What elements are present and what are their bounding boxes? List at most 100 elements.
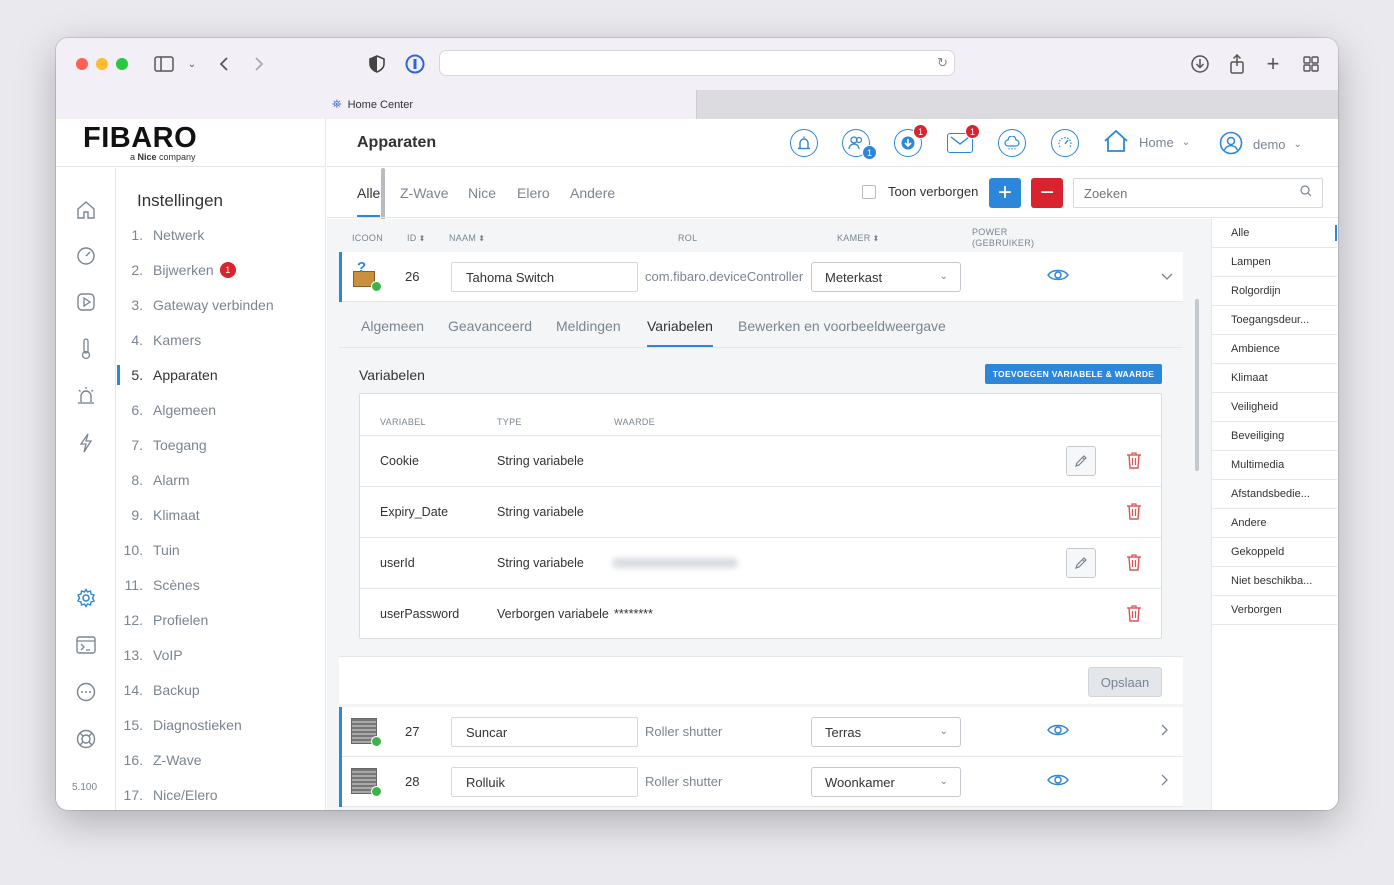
device-name-input[interactable]: Tahoma Switch <box>451 262 638 292</box>
room-select[interactable]: Woonkamer ⌄ <box>811 767 961 797</box>
scenes-play-icon[interactable] <box>74 290 98 314</box>
password-manager-icon[interactable] <box>403 52 427 76</box>
filter-andere[interactable]: Andere <box>1212 509 1337 538</box>
settings-item-tuin[interactable]: 10. Tuin <box>117 539 322 561</box>
add-device-button[interactable]: + <box>989 178 1021 208</box>
filter-klimaat[interactable]: Klimaat <box>1212 364 1337 393</box>
edit-variable-button[interactable] <box>1066 548 1096 578</box>
expand-chevron-icon[interactable] <box>1161 723 1169 739</box>
settings-item-bijwerken[interactable]: 2. Bijwerken 1 <box>117 259 322 281</box>
settings-item-algemeen[interactable]: 6. Algemeen <box>117 399 322 421</box>
trash-icon[interactable] <box>1126 451 1142 469</box>
filter-toegangsdeur[interactable]: Toegangsdeur... <box>1212 306 1337 335</box>
trash-icon[interactable] <box>1126 553 1142 571</box>
filter-rolgordijn[interactable]: Rolgordijn <box>1212 277 1337 306</box>
new-tab-icon[interactable]: + <box>1261 51 1285 76</box>
back-icon[interactable] <box>212 52 236 76</box>
column-header-id[interactable]: ID ⬍ <box>407 233 426 244</box>
filter-lampen[interactable]: Lampen <box>1212 248 1337 277</box>
settings-item-diagnostieken[interactable]: 15. Diagnostieken <box>117 714 322 736</box>
filter-afstandsbediening[interactable]: Afstandsbedie... <box>1212 480 1337 509</box>
search-input[interactable] <box>1073 178 1323 208</box>
tab-overview-icon[interactable] <box>1299 52 1323 76</box>
settings-gear-icon[interactable] <box>74 586 98 610</box>
network-dots-icon[interactable] <box>74 680 98 704</box>
device-list-scrollbar[interactable] <box>1195 299 1199 471</box>
close-window-button[interactable] <box>76 58 88 70</box>
device-row-27[interactable]: 27 Suncar Roller shutter Terras ⌄ <box>339 707 1183 757</box>
show-hidden-checkbox[interactable] <box>862 184 876 199</box>
tab-variabelen[interactable]: Variabelen <box>647 318 713 347</box>
chevron-down-icon[interactable]: ⌄ <box>180 52 204 76</box>
tab-bewerken-en-voorbeeldweergave[interactable]: Bewerken en voorbeeldweergave <box>738 318 946 334</box>
user-menu[interactable]: demo ⌄ <box>1219 131 1302 158</box>
filter-multimedia[interactable]: Multimedia <box>1212 451 1337 480</box>
browser-tab-home-center[interactable]: ⛯ Home Center <box>56 90 696 119</box>
browser-tab-empty[interactable] <box>696 90 1338 119</box>
save-button[interactable]: Opslaan <box>1088 667 1162 697</box>
settings-item-profielen[interactable]: 12. Profielen <box>117 609 322 631</box>
remove-device-button[interactable]: − <box>1031 178 1063 208</box>
terminal-icon[interactable] <box>74 633 98 657</box>
settings-item-klimaat[interactable]: 9. Klimaat <box>117 504 322 526</box>
support-lifebuoy-icon[interactable] <box>74 727 98 751</box>
weather-icon[interactable] <box>998 129 1026 157</box>
minimize-window-button[interactable] <box>96 58 108 70</box>
settings-item-alarm[interactable]: 8. Alarm <box>117 469 322 491</box>
filter-veiligheid[interactable]: Veiligheid <box>1212 393 1337 422</box>
tab-z-wave[interactable]: Z-Wave <box>400 185 448 201</box>
visibility-eye-icon[interactable] <box>1047 723 1069 737</box>
device-row-28[interactable]: 28 Rolluik Roller shutter Woonkamer ⌄ <box>339 757 1183 807</box>
visibility-eye-icon[interactable] <box>1047 268 1069 282</box>
edit-variable-button[interactable] <box>1066 446 1096 476</box>
settings-item-netwerk[interactable]: 1. Netwerk <box>117 224 322 246</box>
filter-gekoppeld[interactable]: Gekoppeld <box>1212 538 1337 567</box>
trash-icon[interactable] <box>1126 502 1142 520</box>
downloads-icon[interactable] <box>1188 52 1212 76</box>
energy-gauge-icon[interactable] <box>1051 129 1079 157</box>
tab-geavanceerd[interactable]: Geavanceerd <box>448 318 532 334</box>
room-select[interactable]: Meterkast ⌄ <box>811 262 961 292</box>
settings-item-toegang[interactable]: 7. Toegang <box>117 434 322 456</box>
settings-item-nice-elero[interactable]: 17. Nice/Elero <box>117 784 322 806</box>
settings-item-apparaten[interactable]: 5. Apparaten <box>117 364 322 386</box>
home-icon[interactable] <box>74 198 98 222</box>
device-name-input[interactable]: Suncar <box>451 717 638 747</box>
show-hidden-toggle[interactable]: Toon verborgen <box>862 184 978 199</box>
add-variable-button[interactable]: TOEVOEGEN VARIABELE & WAARDE <box>985 364 1162 384</box>
device-name-input[interactable]: Rolluik <box>451 767 638 797</box>
alarm-icon[interactable] <box>790 129 818 157</box>
filter-alle[interactable]: Alle <box>1212 219 1337 248</box>
energy-bolt-icon[interactable] <box>74 431 98 455</box>
share-icon[interactable] <box>1225 52 1249 76</box>
column-header-name[interactable]: NAAM ⬍ <box>449 233 485 244</box>
trash-icon[interactable] <box>1126 604 1142 622</box>
filter-verborgen[interactable]: Verborgen <box>1212 596 1337 625</box>
tab-algemeen[interactable]: Algemeen <box>361 318 424 334</box>
settings-item-gateway-verbinden[interactable]: 3. Gateway verbinden <box>117 294 322 316</box>
settings-item-scenes[interactable]: 11. Scènes <box>117 574 322 596</box>
tab-meldingen[interactable]: Meldingen <box>556 318 621 334</box>
settings-item-kamers[interactable]: 4. Kamers <box>117 329 322 351</box>
tab-andere[interactable]: Andere <box>570 185 615 201</box>
settings-item-backup[interactable]: 14. Backup <box>117 679 322 701</box>
tab-alle[interactable]: Alle <box>357 185 381 217</box>
zoom-window-button[interactable] <box>116 58 128 70</box>
dashboard-gauge-icon[interactable] <box>74 244 98 268</box>
thermometer-icon[interactable] <box>74 337 98 361</box>
reload-icon[interactable]: ↻ <box>937 55 948 71</box>
tab-nice[interactable]: Nice <box>468 185 496 201</box>
column-header-room[interactable]: KAMER ⬍ <box>837 233 880 244</box>
address-bar[interactable]: ↻ <box>439 50 955 76</box>
filter-beveiliging[interactable]: Beveiliging <box>1212 422 1337 451</box>
shield-icon[interactable] <box>365 52 389 76</box>
visibility-eye-icon[interactable] <box>1047 773 1069 787</box>
room-select[interactable]: Terras ⌄ <box>811 717 961 747</box>
tab-elero[interactable]: Elero <box>517 185 550 201</box>
settings-item-z-wave[interactable]: 16. Z-Wave <box>117 749 322 771</box>
filter-ambience[interactable]: Ambience <box>1212 335 1337 364</box>
device-row-26[interactable]: ? 26 Tahoma Switch com.fibaro.deviceCont… <box>339 252 1183 302</box>
forward-icon[interactable] <box>247 52 271 76</box>
collapse-chevron-icon[interactable] <box>1161 268 1173 284</box>
filter-niet-beschikbaar[interactable]: Niet beschikba... <box>1212 567 1337 596</box>
